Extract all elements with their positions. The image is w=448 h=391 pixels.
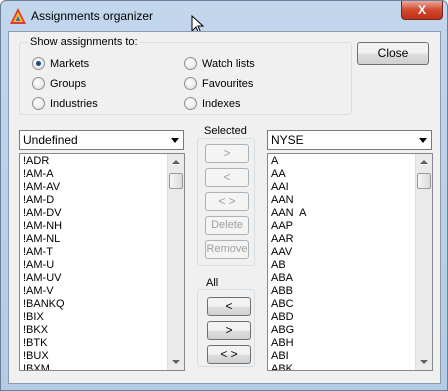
list-item[interactable]: ABB: [271, 285, 432, 298]
list-item[interactable]: !BXM: [23, 363, 184, 370]
left-select-value: Undefined: [23, 133, 78, 147]
right-list-market-select[interactable]: NYSE: [267, 130, 432, 150]
selected-buttons-panel: > < < > Delete Remove: [197, 138, 255, 266]
left-list-filter-select[interactable]: Undefined: [19, 130, 184, 150]
move-all-left-button[interactable]: <: [207, 297, 251, 316]
list-item[interactable]: ABK: [271, 363, 432, 370]
list-item[interactable]: !BIX: [23, 311, 184, 324]
radio-industries[interactable]: Industries: [32, 97, 98, 110]
scroll-up-icon[interactable]: [420, 160, 428, 164]
right-select-value: NYSE: [271, 133, 304, 147]
radio-label: Watch lists: [202, 57, 255, 70]
list-item[interactable]: !BTK: [23, 337, 184, 350]
list-item[interactable]: !AM-V: [23, 285, 184, 298]
left-assignments-list[interactable]: !ADR !AM-A !AM-AV !AM-D !AM-DV !AM-NH !AM-NL !A…: [19, 153, 185, 371]
assignments-organizer-window: Assignments organizer X Show assignments…: [0, 0, 448, 391]
move-selected-left-button[interactable]: <: [205, 168, 249, 187]
right-symbols-list[interactable]: A AA AAI AAN AAN A AAP AAR AAV AB ABA ABB ABC ABD ABG…: [267, 153, 433, 371]
list-item[interactable]: AB: [271, 259, 432, 272]
radio-button-icon: [32, 97, 45, 110]
list-item[interactable]: !AM-D: [23, 194, 184, 207]
list-item[interactable]: !AM-AV: [23, 181, 184, 194]
radio-label: Groups: [50, 77, 87, 90]
show-assignments-label: Show assignments to:: [28, 36, 140, 48]
scroll-up-icon[interactable]: [172, 160, 180, 164]
list-item[interactable]: AAI: [271, 181, 432, 194]
move-selected-right-button[interactable]: >: [205, 144, 249, 163]
delete-button[interactable]: Delete: [205, 216, 249, 235]
chevron-down-icon: [419, 138, 427, 143]
radio-indexes[interactable]: Indexes: [184, 97, 241, 110]
radio-button-icon: [184, 57, 197, 70]
app-icon: [10, 8, 26, 24]
radio-button-icon: [184, 97, 197, 110]
radio-label: Markets: [50, 57, 90, 70]
list-item[interactable]: ABI: [271, 350, 432, 363]
list-item[interactable]: !AM-NL: [23, 233, 184, 246]
chevron-down-icon: [171, 138, 179, 143]
left-list-scrollbar[interactable]: [167, 154, 184, 370]
window-close-button[interactable]: X: [401, 1, 443, 20]
scroll-thumb[interactable]: [417, 173, 431, 189]
radio-favourites[interactable]: Favourites: [184, 77, 253, 90]
radio-label: Favourites: [202, 77, 254, 90]
close-button[interactable]: Close: [357, 42, 429, 65]
list-item[interactable]: ABD: [271, 311, 432, 324]
list-item[interactable]: !ADR: [23, 155, 184, 168]
list-item[interactable]: !AM-UV: [23, 272, 184, 285]
right-list-scrollbar[interactable]: [415, 154, 432, 370]
swap-all-button[interactable]: < >: [207, 345, 251, 364]
list-item[interactable]: !AM-DV: [23, 207, 184, 220]
swap-selected-button[interactable]: < >: [205, 192, 249, 211]
list-item[interactable]: ABG: [271, 324, 432, 337]
all-section-label: All: [206, 277, 219, 289]
radio-button-icon: [184, 77, 197, 90]
list-item[interactable]: ABH: [271, 337, 432, 350]
radio-groups[interactable]: Groups: [32, 77, 86, 90]
list-item[interactable]: AAP: [271, 220, 432, 233]
move-all-right-button[interactable]: >: [207, 321, 251, 340]
radio-label: Industries: [50, 97, 98, 110]
list-item[interactable]: AA: [271, 168, 432, 181]
list-item[interactable]: AAV: [271, 246, 432, 259]
radio-label: Indexes: [202, 97, 241, 110]
window-title: Assignments organizer: [31, 9, 154, 23]
list-item[interactable]: !AM-T: [23, 246, 184, 259]
selected-section-label: Selected: [204, 125, 247, 137]
list-item[interactable]: !BKX: [23, 324, 184, 337]
all-buttons-panel: < > < >: [197, 289, 255, 367]
radio-markets[interactable]: Markets: [32, 57, 89, 70]
list-item[interactable]: ABA: [271, 272, 432, 285]
list-item[interactable]: AAR: [271, 233, 432, 246]
list-item[interactable]: A: [271, 155, 432, 168]
list-item[interactable]: !AM-U: [23, 259, 184, 272]
list-item[interactable]: !AM-A: [23, 168, 184, 181]
list-item[interactable]: AAN A: [271, 207, 432, 220]
show-assignments-group: Show assignments to: Markets Watch lists…: [19, 36, 352, 115]
list-item[interactable]: !AM-NH: [23, 220, 184, 233]
radio-watch-lists[interactable]: Watch lists: [184, 57, 255, 70]
radio-button-icon: [32, 77, 45, 90]
list-item[interactable]: ABC: [271, 298, 432, 311]
scroll-down-icon[interactable]: [172, 360, 180, 364]
list-item[interactable]: !BUX: [23, 350, 184, 363]
list-item[interactable]: !BANKQ: [23, 298, 184, 311]
title-bar[interactable]: Assignments organizer X: [1, 1, 447, 31]
remove-button[interactable]: Remove: [205, 240, 249, 259]
radio-button-icon: [32, 57, 45, 70]
list-item[interactable]: AAN: [271, 194, 432, 207]
scroll-thumb[interactable]: [169, 173, 183, 189]
scroll-down-icon[interactable]: [420, 360, 428, 364]
dialog-body: Show assignments to: Markets Watch lists…: [8, 31, 441, 384]
